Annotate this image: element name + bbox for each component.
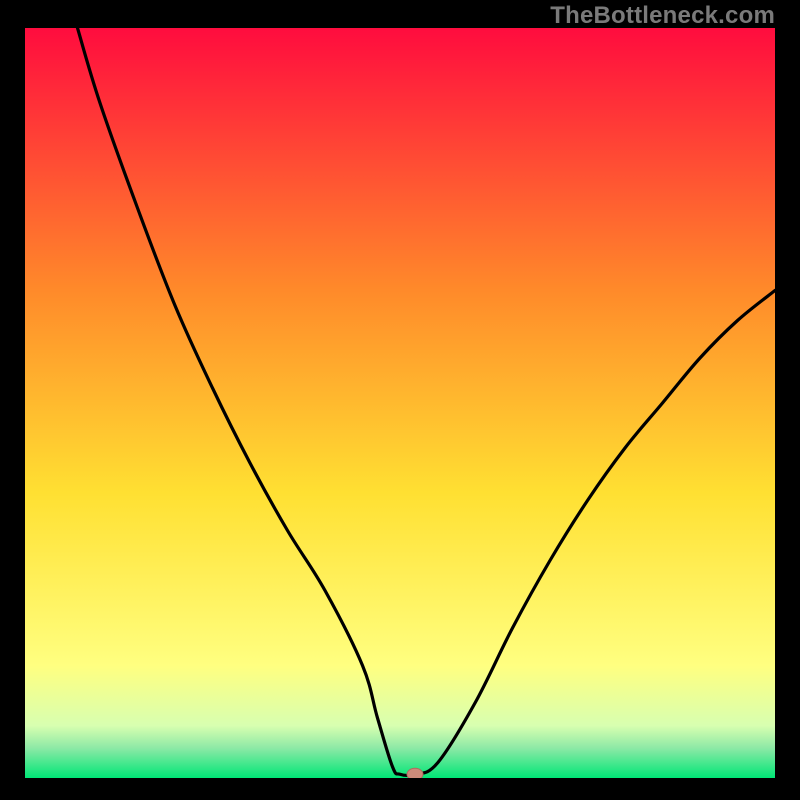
chart-frame: TheBottleneck.com xyxy=(0,0,800,800)
bottleneck-chart xyxy=(25,28,775,778)
attribution-label: TheBottleneck.com xyxy=(550,2,775,30)
optimal-point-marker xyxy=(407,768,423,778)
